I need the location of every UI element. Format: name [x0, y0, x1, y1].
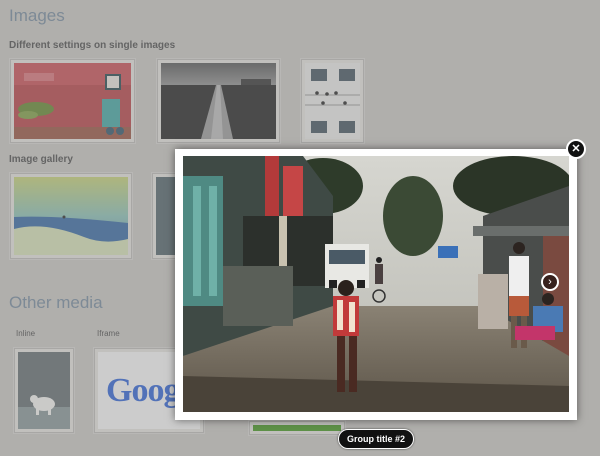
lightbox — [175, 149, 577, 420]
lightbox-title: Group title #2 — [338, 429, 415, 449]
next-arrow-icon[interactable]: › — [541, 273, 559, 291]
lightbox-image — [183, 156, 569, 412]
close-icon[interactable]: ✕ — [566, 139, 586, 159]
